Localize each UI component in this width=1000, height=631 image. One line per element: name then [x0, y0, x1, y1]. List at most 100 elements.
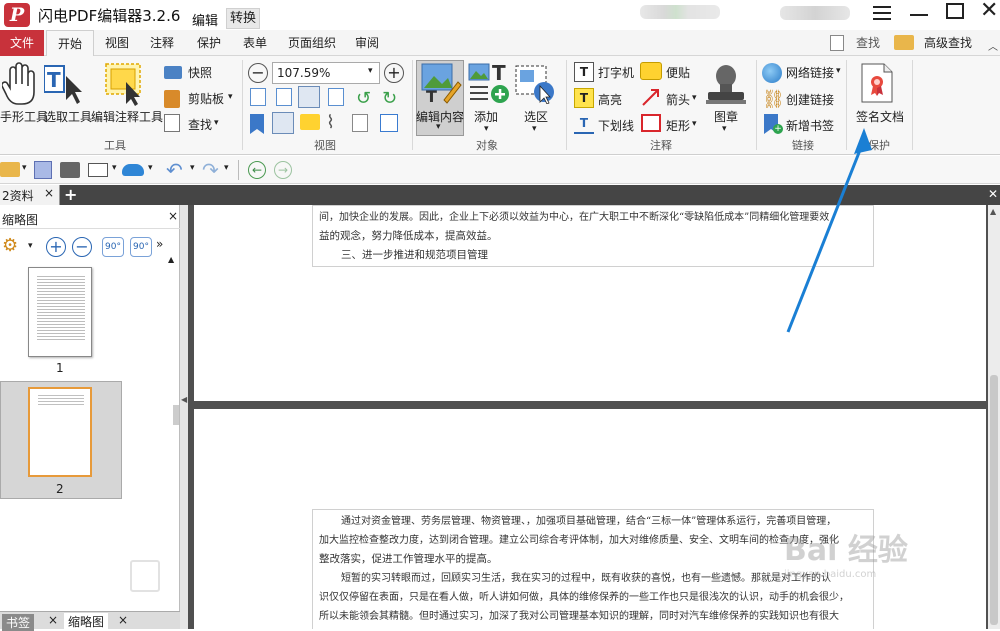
select-area-dropdown-icon[interactable]: ▾: [532, 124, 537, 134]
bookmark-icon[interactable]: [250, 114, 264, 134]
thumbnail-page-1[interactable]: [28, 267, 92, 357]
thumb-rotate-left-icon[interactable]: 90°: [102, 237, 124, 257]
rotate-left-icon[interactable]: ↺: [356, 88, 371, 109]
advanced-search-button[interactable]: 高级查找(S): [916, 30, 980, 76]
rect-icon[interactable]: [641, 114, 661, 132]
hand-tool-icon[interactable]: [2, 60, 36, 106]
search-button[interactable]: 查找(F): [848, 30, 888, 76]
new-tab-icon[interactable]: +: [64, 185, 77, 204]
redo-icon[interactable]: ↷: [202, 158, 219, 182]
zoom-in-icon[interactable]: +: [384, 63, 404, 83]
menu-protect[interactable]: 保护: [190, 30, 228, 56]
menu-icon[interactable]: [872, 3, 892, 23]
typewriter-label[interactable]: 打字机: [598, 64, 634, 81]
arrow-dropdown-icon[interactable]: ▾: [692, 93, 697, 103]
vertical-scrollbar[interactable]: ▲: [988, 205, 1000, 629]
edit-annot-tool-label[interactable]: 编辑注释工具: [91, 108, 163, 125]
find-label[interactable]: 查找: [188, 116, 212, 133]
close-all-tabs-icon[interactable]: ✕: [988, 187, 998, 201]
menu-file[interactable]: 文件: [0, 30, 44, 56]
print-icon[interactable]: [60, 162, 80, 178]
menu-form[interactable]: 表单: [236, 30, 274, 56]
stamp-dropdown-icon[interactable]: ▾: [722, 124, 727, 134]
add-icon[interactable]: T: [468, 62, 512, 106]
mode-tab-convert[interactable]: 转换: [226, 8, 260, 29]
find-icon[interactable]: [164, 114, 180, 132]
cloud-dropdown-icon[interactable]: ▾: [148, 163, 153, 173]
open-folder-icon[interactable]: [0, 162, 20, 177]
select-area-icon[interactable]: [514, 62, 556, 104]
email-icon[interactable]: [88, 163, 108, 177]
thumbnail-tab[interactable]: 缩略图: [64, 613, 109, 630]
bookmark-tab[interactable]: 书签: [2, 614, 35, 631]
clipboard-dropdown-icon[interactable]: ▾: [228, 92, 233, 102]
scroll-up-icon[interactable]: ▲: [990, 207, 996, 216]
chain-link-icon[interactable]: ⛓: [762, 89, 785, 110]
minimize-icon[interactable]: [910, 14, 928, 16]
highlight-icon[interactable]: T: [574, 88, 594, 108]
rect-dropdown-icon[interactable]: ▾: [692, 119, 697, 129]
edit-content-icon[interactable]: T: [420, 62, 462, 104]
thumbnail-page-2[interactable]: [28, 387, 92, 477]
fit-width-icon[interactable]: [276, 88, 292, 106]
create-link-label[interactable]: 创建链接: [786, 91, 834, 108]
menu-view[interactable]: 视图: [98, 30, 136, 56]
comment-icon[interactable]: [300, 114, 320, 130]
thumb-zoom-in-icon[interactable]: +: [46, 237, 66, 257]
thumb-zoom-out-icon[interactable]: −: [72, 237, 92, 257]
add-dropdown-icon[interactable]: ▾: [484, 124, 489, 134]
select-area-label[interactable]: 选区: [524, 108, 548, 125]
doc-tab-close-icon[interactable]: ×: [44, 186, 54, 200]
arrow-icon[interactable]: [640, 86, 662, 108]
select-tool-icon[interactable]: T: [44, 64, 86, 104]
cloud-icon[interactable]: [122, 164, 144, 176]
page-view-icon[interactable]: [272, 112, 294, 134]
save-icon[interactable]: [34, 161, 52, 179]
add-label[interactable]: 添加: [474, 108, 498, 125]
menu-page-organize[interactable]: 页面组织: [282, 30, 342, 56]
zoom-out-icon[interactable]: −: [248, 63, 268, 83]
arrow-label[interactable]: 箭头: [666, 91, 690, 108]
rotate-right-icon[interactable]: ↻: [382, 88, 397, 109]
menu-start[interactable]: 开始: [46, 30, 94, 57]
close-icon[interactable]: ✕: [980, 0, 1000, 22]
panel-scroll-up-icon[interactable]: ▲: [168, 255, 174, 264]
find-dropdown-icon[interactable]: ▾: [214, 118, 219, 128]
menu-annotate[interactable]: 注释: [143, 30, 181, 56]
doc-props-icon[interactable]: [352, 114, 368, 132]
snapshot-label[interactable]: 快照: [188, 64, 212, 81]
folder-search-icon[interactable]: [894, 35, 914, 50]
nav-back-icon[interactable]: ←: [248, 161, 266, 179]
typewriter-icon[interactable]: T: [574, 62, 594, 82]
zoom-input[interactable]: 107.59%: [272, 62, 380, 84]
thumb-rotate-right-icon[interactable]: 90°: [130, 237, 152, 257]
thumbnail-settings-icon[interactable]: ⚙: [2, 235, 18, 256]
thumbnail-tab-close-icon[interactable]: ×: [118, 613, 128, 627]
sign-document-icon[interactable]: [860, 62, 894, 104]
search-doc-icon[interactable]: [830, 35, 844, 51]
note-icon[interactable]: [640, 62, 662, 80]
nav-forward-icon[interactable]: →: [274, 161, 292, 179]
hand-tool-label[interactable]: 手形工具: [0, 108, 48, 125]
page-settings-icon[interactable]: [380, 114, 398, 132]
collapse-ribbon-icon[interactable]: ︿: [988, 38, 998, 53]
select-tool-label[interactable]: 选取工具: [44, 108, 92, 125]
note-label[interactable]: 便贴: [666, 64, 690, 81]
undo-icon[interactable]: ↶: [166, 158, 183, 182]
redo-dropdown-icon[interactable]: ▾: [224, 163, 229, 173]
scroll-thumb[interactable]: [990, 375, 998, 625]
clipboard-icon[interactable]: [164, 90, 180, 108]
undo-dropdown-icon[interactable]: ▾: [190, 163, 195, 173]
rect-label[interactable]: 矩形: [666, 117, 690, 134]
menu-review[interactable]: 审阅: [348, 30, 386, 56]
bookmark-tab-close-icon[interactable]: ×: [48, 613, 58, 627]
highlight-label[interactable]: 高亮: [598, 91, 622, 108]
web-link-dropdown-icon[interactable]: ▾: [836, 66, 841, 76]
actual-size-icon[interactable]: [298, 86, 320, 108]
open-dropdown-icon[interactable]: ▾: [22, 163, 27, 173]
mode-tab-edit[interactable]: 编辑: [192, 10, 218, 29]
clipboard-label[interactable]: 剪贴板: [188, 90, 224, 107]
zoom-dropdown-icon[interactable]: ▾: [368, 66, 373, 76]
camera-icon[interactable]: [164, 66, 182, 79]
stamp-label[interactable]: 图章: [714, 108, 738, 125]
